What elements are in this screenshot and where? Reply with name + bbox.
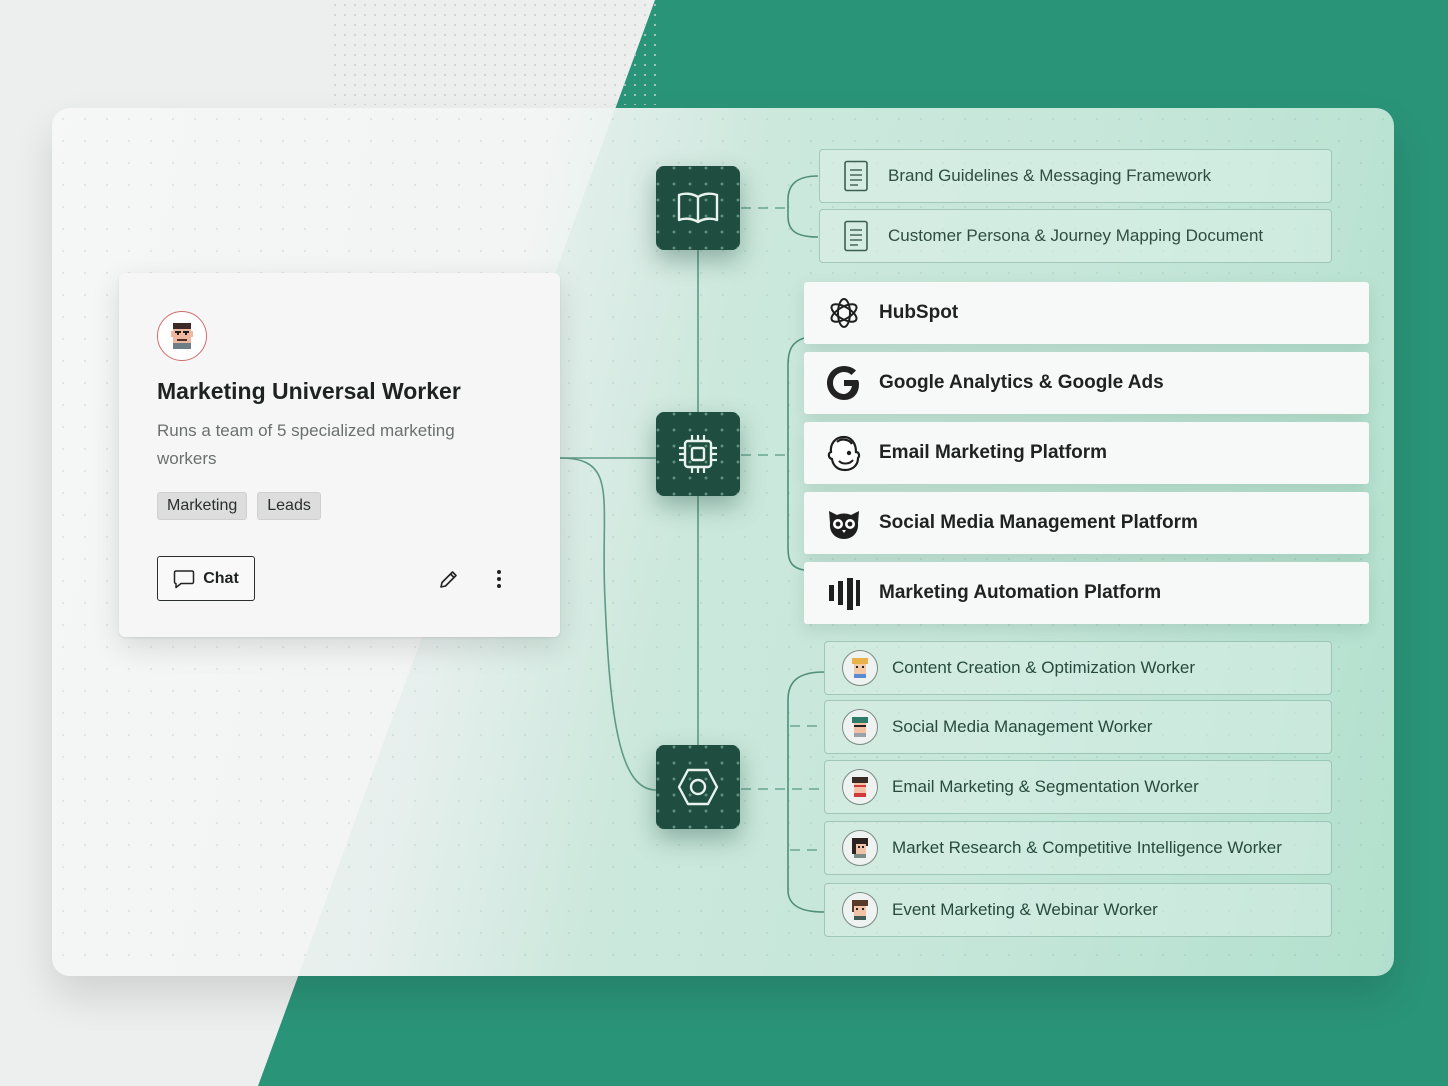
chat-label: Chat [203, 569, 239, 587]
sub-worker-label: Social Media Management Worker [892, 717, 1153, 736]
tool-row-hubspot[interactable]: HubSpot [804, 282, 1369, 344]
tool-row-email[interactable]: Email Marketing Platform [804, 422, 1369, 484]
sub-worker-label: Email Marketing & Segmentation Worker [892, 777, 1199, 796]
worker-avatar-icon [842, 830, 878, 866]
document-icon [842, 159, 870, 193]
mailchimp-icon [824, 433, 864, 473]
document-icon [842, 219, 870, 253]
worker-avatar-icon [842, 769, 878, 805]
pixel-avatar-icon [157, 311, 207, 361]
knowledge-doc-label: Customer Persona & Journey Mapping Docum… [888, 226, 1264, 245]
sub-worker-row[interactable]: Social Media Management Worker [824, 700, 1332, 754]
sub-worker-label: Market Research & Competitive Intelligen… [892, 838, 1282, 857]
worker-description: Runs a team of 5 specialized marketing w… [157, 421, 455, 468]
tools-hub-node[interactable] [656, 412, 740, 496]
worker-title: Marketing Universal Worker [157, 378, 461, 404]
openai-knot-icon [824, 293, 864, 333]
tag-leads[interactable]: Leads [257, 492, 321, 520]
bars-logo-icon [824, 573, 864, 613]
sub-worker-row[interactable]: Content Creation & Optimization Worker [824, 641, 1332, 695]
worker-card[interactable]: Marketing Universal Worker Runs a team o… [119, 273, 560, 637]
knowledge-doc-row[interactable]: Customer Persona & Journey Mapping Docum… [819, 209, 1332, 263]
owl-icon [824, 503, 864, 543]
tool-row-automation[interactable]: Marketing Automation Platform [804, 562, 1369, 624]
chip-icon [679, 435, 717, 473]
chat-button[interactable]: Chat [157, 556, 255, 601]
more-vertical-icon[interactable] [489, 567, 509, 591]
tag-marketing[interactable]: Marketing [157, 492, 248, 520]
sub-worker-row[interactable]: Event Marketing & Webinar Worker [824, 883, 1332, 937]
hexagon-icon [677, 768, 719, 806]
sub-worker-label: Event Marketing & Webinar Worker [892, 900, 1158, 919]
tool-label: HubSpot [879, 302, 959, 323]
workers-hub-node[interactable] [656, 745, 740, 829]
pencil-icon[interactable] [437, 567, 461, 591]
tool-label: Social Media Management Platform [879, 512, 1198, 533]
tool-row-social[interactable]: Social Media Management Platform [804, 492, 1369, 554]
sub-worker-row[interactable]: Email Marketing & Segmentation Worker [824, 760, 1332, 814]
book-icon [677, 192, 719, 224]
google-g-icon [824, 363, 864, 403]
worker-avatar-icon [842, 709, 878, 745]
knowledge-hub-node[interactable] [656, 166, 740, 250]
worker-avatar-icon [842, 650, 878, 686]
tool-label: Google Analytics & Google Ads [879, 372, 1164, 393]
chat-bubble-icon [173, 569, 195, 588]
worker-avatar-icon [842, 892, 878, 928]
tool-label: Marketing Automation Platform [879, 582, 1162, 603]
tool-row-google[interactable]: Google Analytics & Google Ads [804, 352, 1369, 414]
knowledge-doc-label: Brand Guidelines & Messaging Framework [888, 166, 1212, 185]
knowledge-doc-row[interactable]: Brand Guidelines & Messaging Framework [819, 149, 1332, 203]
sub-worker-label: Content Creation & Optimization Worker [892, 658, 1195, 677]
tool-label: Email Marketing Platform [879, 442, 1108, 463]
sub-worker-row[interactable]: Market Research & Competitive Intelligen… [824, 821, 1332, 875]
tag-list: Marketing Leads [157, 492, 321, 520]
